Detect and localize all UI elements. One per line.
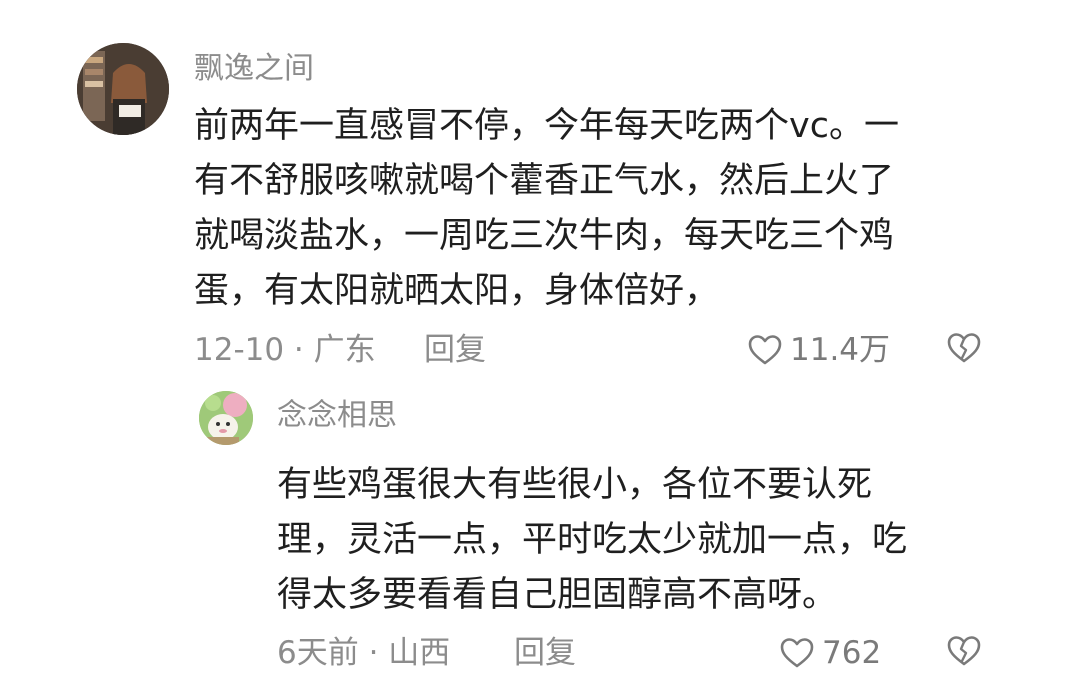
comment-thread: 飘逸之间 前两年一直感冒不停，今年每天吃两个vc。一 有不舒服咳嗽就喝个藿香正气… bbox=[0, 0, 1080, 692]
avatar[interactable] bbox=[77, 43, 169, 135]
comment-username[interactable]: 飘逸之间 bbox=[194, 49, 314, 89]
reply-button[interactable]: 回复 bbox=[514, 633, 576, 673]
reply-text: 有些鸡蛋很大有些很小，各位不要认死 理，灵活一点，平时吃太少就加一点，吃 得太多… bbox=[277, 458, 997, 623]
reply-dislike-button[interactable] bbox=[946, 635, 982, 671]
dislike-button[interactable] bbox=[946, 332, 982, 368]
reply-like-button[interactable]: 762 bbox=[780, 633, 881, 673]
heart-outline-icon bbox=[748, 335, 782, 365]
comment-text-line: 蛋，有太阳就晒太阳，身体倍好， bbox=[194, 271, 720, 311]
reply-avatar-image bbox=[199, 391, 253, 445]
avatar-image bbox=[77, 43, 169, 135]
comment-text-line: 就喝淡盐水，一周吃三次牛肉，每天吃三个鸡 bbox=[194, 216, 895, 256]
reply-avatar[interactable] bbox=[199, 391, 253, 445]
broken-heart-icon bbox=[947, 636, 981, 666]
heart-outline-icon bbox=[780, 638, 814, 668]
reply-meta: 6天前 · 山西 bbox=[277, 635, 451, 671]
reply-text-line: 有些鸡蛋很大有些很小，各位不要认死 bbox=[277, 465, 873, 505]
like-count: 762 bbox=[822, 635, 882, 671]
reply-text-line: 得太多要看看自己胆固醇高不高呀。 bbox=[277, 575, 838, 615]
like-count: 11.4万 bbox=[790, 332, 891, 368]
broken-heart-icon bbox=[947, 333, 981, 363]
reply-text-line: 理，灵活一点，平时吃太少就加一点，吃 bbox=[277, 520, 908, 560]
comment-text-line: 前两年一直感冒不停，今年每天吃两个vc。一 bbox=[194, 106, 899, 146]
comment-meta: 12-10 · 广东 bbox=[194, 332, 376, 368]
reply-username[interactable]: 念念相思 bbox=[277, 396, 397, 436]
comment-text: 前两年一直感冒不停，今年每天吃两个vc。一 有不舒服咳嗽就喝个藿香正气水，然后上… bbox=[194, 99, 994, 319]
comment-text-line: 有不舒服咳嗽就喝个藿香正气水，然后上火了 bbox=[194, 161, 895, 201]
reply-button[interactable]: 回复 bbox=[424, 330, 486, 370]
like-button[interactable]: 11.4万 bbox=[748, 330, 890, 370]
